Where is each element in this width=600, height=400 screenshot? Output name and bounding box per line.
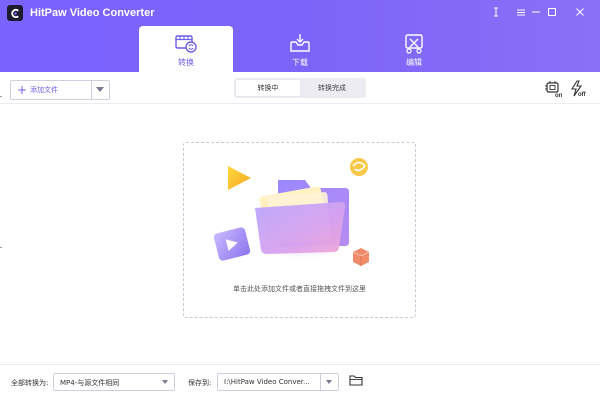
hitpaw-logo-icon [7,5,23,21]
tab-download[interactable]: 下载 [253,26,347,72]
app-title: HitPaw Video Converter [30,7,155,19]
left-edge-mark [0,247,2,248]
tab-convert-label: 转换 [178,58,194,67]
tab-convert[interactable]: 转换 [139,26,233,72]
folder-icon[interactable] [349,374,363,386]
lightning-badge: off [578,92,587,98]
tab-edit[interactable]: 编辑 [367,26,461,72]
add-file-button[interactable]: + 添加文件 [10,80,110,100]
chevron-down-icon [326,380,332,384]
close-icon[interactable] [571,4,589,20]
tab-converted[interactable]: 转换完成 [300,80,364,96]
save-to-select[interactable]: I:\HitPaw Video Conver... [217,373,339,391]
chevron-down-icon[interactable] [96,87,104,92]
lightning-icon[interactable]: off [569,80,589,98]
menu-icon[interactable] [487,4,505,20]
chevron-down-icon [162,380,168,384]
hardware-accel-badge: on [555,93,563,98]
tab-converting[interactable]: 转换中 [236,80,300,96]
tab-edit-label: 编辑 [406,58,422,67]
convert-all-select[interactable]: MP4-与源文件相同 [53,373,175,391]
convert-icon [175,35,197,53]
folder-illustration [213,158,370,266]
add-file-divider [91,81,92,99]
convert-all-label: 全部转换为: [11,379,49,387]
plus-icon: + [17,83,28,97]
add-file-label: 添加文件 [30,86,58,94]
edit-icon [405,34,423,54]
save-to-value: I:\HitPaw Video Conver... [224,378,310,386]
hardware-accel-icon[interactable]: on [544,80,564,99]
tab-download-label: 下载 [292,58,308,67]
maximize-icon[interactable] [543,4,561,20]
footer-bar: 全部转换为: MP4-与源文件相同 保存到: I:\HitPaw Video C… [0,364,600,400]
title-bar: HitPaw Video Converter 转换 下载 编辑 [0,0,600,72]
left-edge-mark [0,96,2,97]
save-to-label: 保存到: [188,379,212,387]
save-to-divider [320,374,321,390]
drop-hint: 单击此处添加文件或者直接拖拽文件到这里 [233,285,366,293]
convert-all-value: MP4-与源文件相同 [60,379,120,387]
status-segmented-control: 转换中 转换完成 [234,78,366,98]
download-icon [290,34,310,52]
